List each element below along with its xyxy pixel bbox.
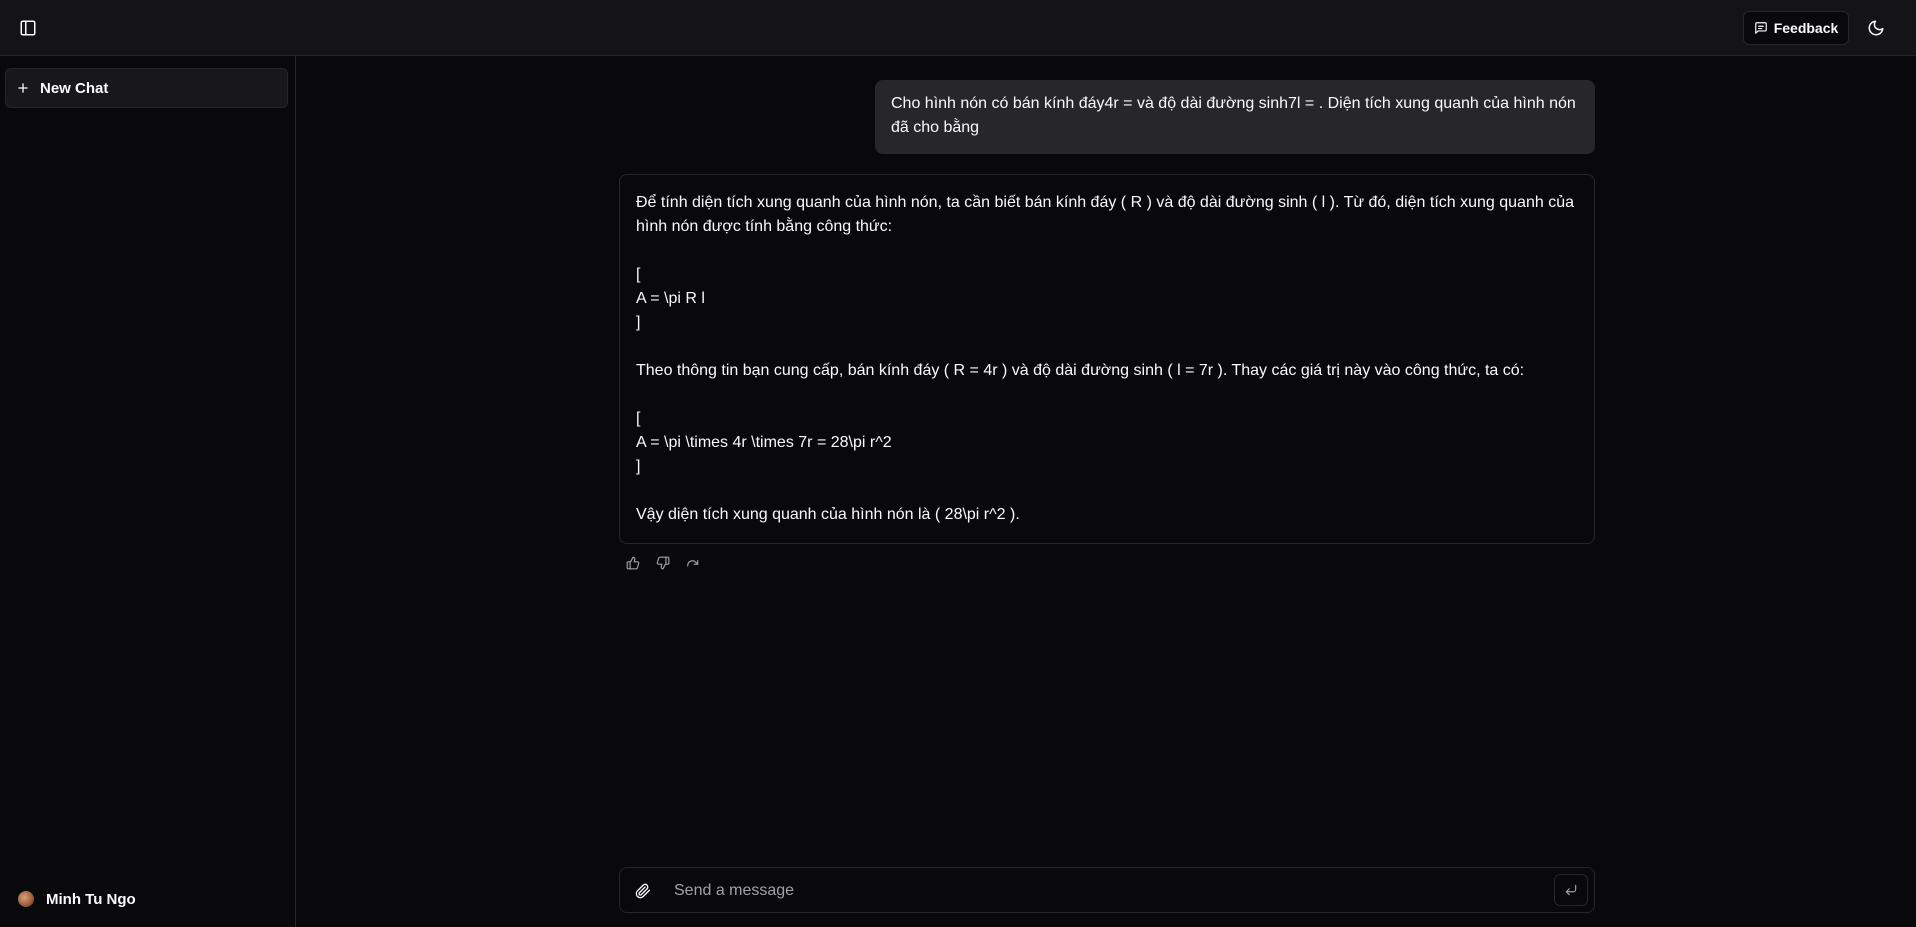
user-name: Minh Tu Ngo bbox=[46, 890, 136, 908]
paperclip-icon bbox=[635, 883, 650, 899]
user-profile[interactable]: Minh Tu Ngo bbox=[18, 887, 136, 911]
message-composer bbox=[619, 867, 1595, 913]
feedback-button[interactable]: Feedback bbox=[1743, 11, 1849, 45]
message-square-icon bbox=[1754, 22, 1767, 34]
new-chat-button[interactable]: New Chat bbox=[5, 68, 288, 108]
thumbs-down-button[interactable] bbox=[654, 554, 672, 572]
sidebar-toggle-button[interactable] bbox=[16, 16, 40, 40]
message-actions bbox=[624, 554, 702, 574]
app: Feedback New Chat Minh Tu Ngo Cho hình n… bbox=[0, 0, 1916, 927]
top-bar: Feedback bbox=[0, 0, 1916, 56]
regenerate-button[interactable] bbox=[684, 554, 702, 572]
plus-icon bbox=[18, 83, 28, 93]
panel-left-icon bbox=[20, 20, 36, 36]
user-message-text: Cho hình nón có bán kính đáy4r = và độ d… bbox=[891, 95, 1576, 136]
thumbs-up-icon bbox=[626, 556, 640, 570]
thumbs-down-icon bbox=[656, 556, 670, 570]
user-message-bubble: Cho hình nón có bán kính đáy4r = và độ d… bbox=[875, 80, 1595, 154]
theme-toggle-button[interactable] bbox=[1864, 16, 1888, 40]
thumbs-up-button[interactable] bbox=[624, 554, 642, 572]
send-button[interactable] bbox=[1554, 874, 1588, 906]
assistant-message-text: Để tính diện tích xung quanh của hình nó… bbox=[636, 194, 1574, 523]
new-chat-label: New Chat bbox=[40, 79, 109, 97]
attach-button[interactable] bbox=[632, 880, 654, 902]
assistant-message-card: Để tính diện tích xung quanh của hình nó… bbox=[619, 174, 1595, 544]
avatar bbox=[18, 891, 34, 907]
feedback-label: Feedback bbox=[1773, 20, 1839, 36]
redo-icon bbox=[687, 560, 699, 567]
sidebar: New Chat Minh Tu Ngo bbox=[0, 56, 296, 927]
message-input[interactable] bbox=[674, 876, 1534, 906]
moon-icon bbox=[1868, 20, 1884, 36]
corner-down-left-icon bbox=[1565, 884, 1577, 896]
